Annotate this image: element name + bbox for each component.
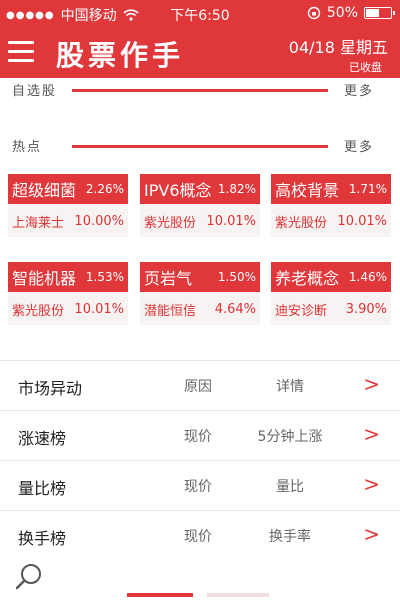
chevron-right-icon: > [363,372,380,396]
hot-tile[interactable]: 页岩气 1.50% 潜能恒信 4.64% [140,262,260,325]
hot-tile[interactable]: 高校背景 1.71% 紫光股份 10.01% [271,174,391,237]
watchlist-section-header: 自选股 更多 [0,80,400,104]
list-item-title: 涨速榜 [18,429,67,448]
list-item[interactable]: 市场异动 原因 详情 > [0,360,400,410]
list-item-col2: 换手率 [269,529,311,545]
app-title: 股票作手 [56,39,185,72]
hot-tile-header: 智能机器 1.53% [8,262,128,292]
sector-name: IPV6概念 [144,181,212,200]
hot-tile[interactable]: 智能机器 1.53% 紫光股份 10.01% [8,262,128,325]
list-item[interactable]: 换手榜 现价 换手率 > [0,510,400,560]
watchlist-more-link[interactable]: 更多 [344,80,374,99]
list-item-col1: 现价 [184,529,212,545]
hot-tile-header: IPV6概念 1.82% [140,174,260,204]
hot-tile-leader: 上海莱士 10.00% [8,205,128,237]
leader-change: 3.90% [345,301,387,317]
list-item-col2: 5分钟上涨 [257,429,323,445]
leader-stock: 紫光股份 [144,215,197,231]
orientation-lock-icon [307,6,321,20]
rank-list: 市场异动 原因 详情 > 涨速榜 现价 5分钟上涨 > 量比榜 现价 量比 > … [0,360,400,560]
leader-stock: 潜能恒信 [144,303,197,319]
list-item-title: 换手榜 [18,529,67,548]
list-item-col2: 量比 [276,479,304,495]
hot-tile-header: 养老概念 1.46% [271,262,391,292]
sector-change: 1.46% [348,270,387,284]
hot-more-link[interactable]: 更多 [344,136,374,155]
leader-stock: 紫光股份 [12,303,65,319]
sector-change: 1.71% [348,182,387,196]
leader-stock: 紫光股份 [275,215,328,231]
hot-tile[interactable]: 养老概念 1.46% 迪安诊断 3.90% [271,262,391,325]
hot-tile[interactable]: 超级细菌 2.26% 上海莱士 10.00% [8,174,128,237]
page-indicator-active [127,593,193,597]
sector-name: 页岩气 [144,269,193,288]
sector-change: 1.50% [217,270,256,284]
battery-icon [364,7,395,19]
hot-tile-leader: 紫光股份 10.01% [140,205,260,237]
hot-tile-header: 超级细菌 2.26% [8,174,128,204]
list-item-col1: 现价 [184,429,212,445]
search-icon[interactable] [14,562,44,592]
battery-percent: 50% [326,5,358,21]
leader-change: 10.01% [337,213,387,229]
hot-divider [72,145,328,148]
sector-name: 高校背景 [275,181,340,200]
page-indicator [207,593,269,597]
sector-name: 超级细菌 [12,181,77,200]
watchlist-divider [72,89,328,92]
chevron-right-icon: > [363,472,380,496]
leader-change: 10.01% [206,213,256,229]
list-item-title: 量比榜 [18,479,67,498]
hot-tile-header: 页岩气 1.50% [140,262,260,292]
sector-name: 智能机器 [12,269,77,288]
sector-change: 1.82% [217,182,256,196]
sector-change: 2.26% [85,182,124,196]
hot-section-header: 热点 更多 [0,136,400,160]
hot-tile-leader: 紫光股份 10.01% [271,205,391,237]
leader-stock: 迪安诊断 [275,303,328,319]
leader-change: 4.64% [214,301,256,317]
hot-tile[interactable]: IPV6概念 1.82% 紫光股份 10.01% [140,174,260,237]
status-bar: ●●●●● 中国移动 下午6:50 50% [0,0,400,28]
hot-tile-leader: 迪安诊断 3.90% [271,293,391,325]
hot-tile-leader: 潜能恒信 4.64% [140,293,260,325]
list-item[interactable]: 量比榜 现价 量比 > [0,460,400,510]
leader-stock: 上海莱士 [12,215,65,231]
chevron-right-icon: > [363,422,380,446]
hot-tile-header: 高校背景 1.71% [271,174,391,204]
leader-change: 10.00% [74,213,124,229]
watchlist-title: 自选股 [12,84,58,99]
list-item-col1: 现价 [184,479,212,495]
sector-name: 养老概念 [275,269,340,288]
list-item-title: 市场异动 [18,379,83,398]
menu-icon[interactable] [8,41,34,63]
date-label: 04/18 星期五 [288,38,388,57]
list-item[interactable]: 涨速榜 现价 5分钟上涨 > [0,410,400,460]
sector-change: 1.53% [85,270,124,284]
chevron-right-icon: > [363,522,380,546]
app-header: 股票作手 04/18 星期五 已收盘 [0,28,400,78]
status-right: 50% [307,5,395,21]
list-item-col2: 详情 [276,379,304,395]
hot-title: 热点 [12,140,43,155]
market-status: 已收盘 [349,61,382,74]
list-item-col1: 原因 [184,379,212,395]
hot-tile-leader: 紫光股份 10.01% [8,293,128,325]
leader-change: 10.01% [74,301,124,317]
